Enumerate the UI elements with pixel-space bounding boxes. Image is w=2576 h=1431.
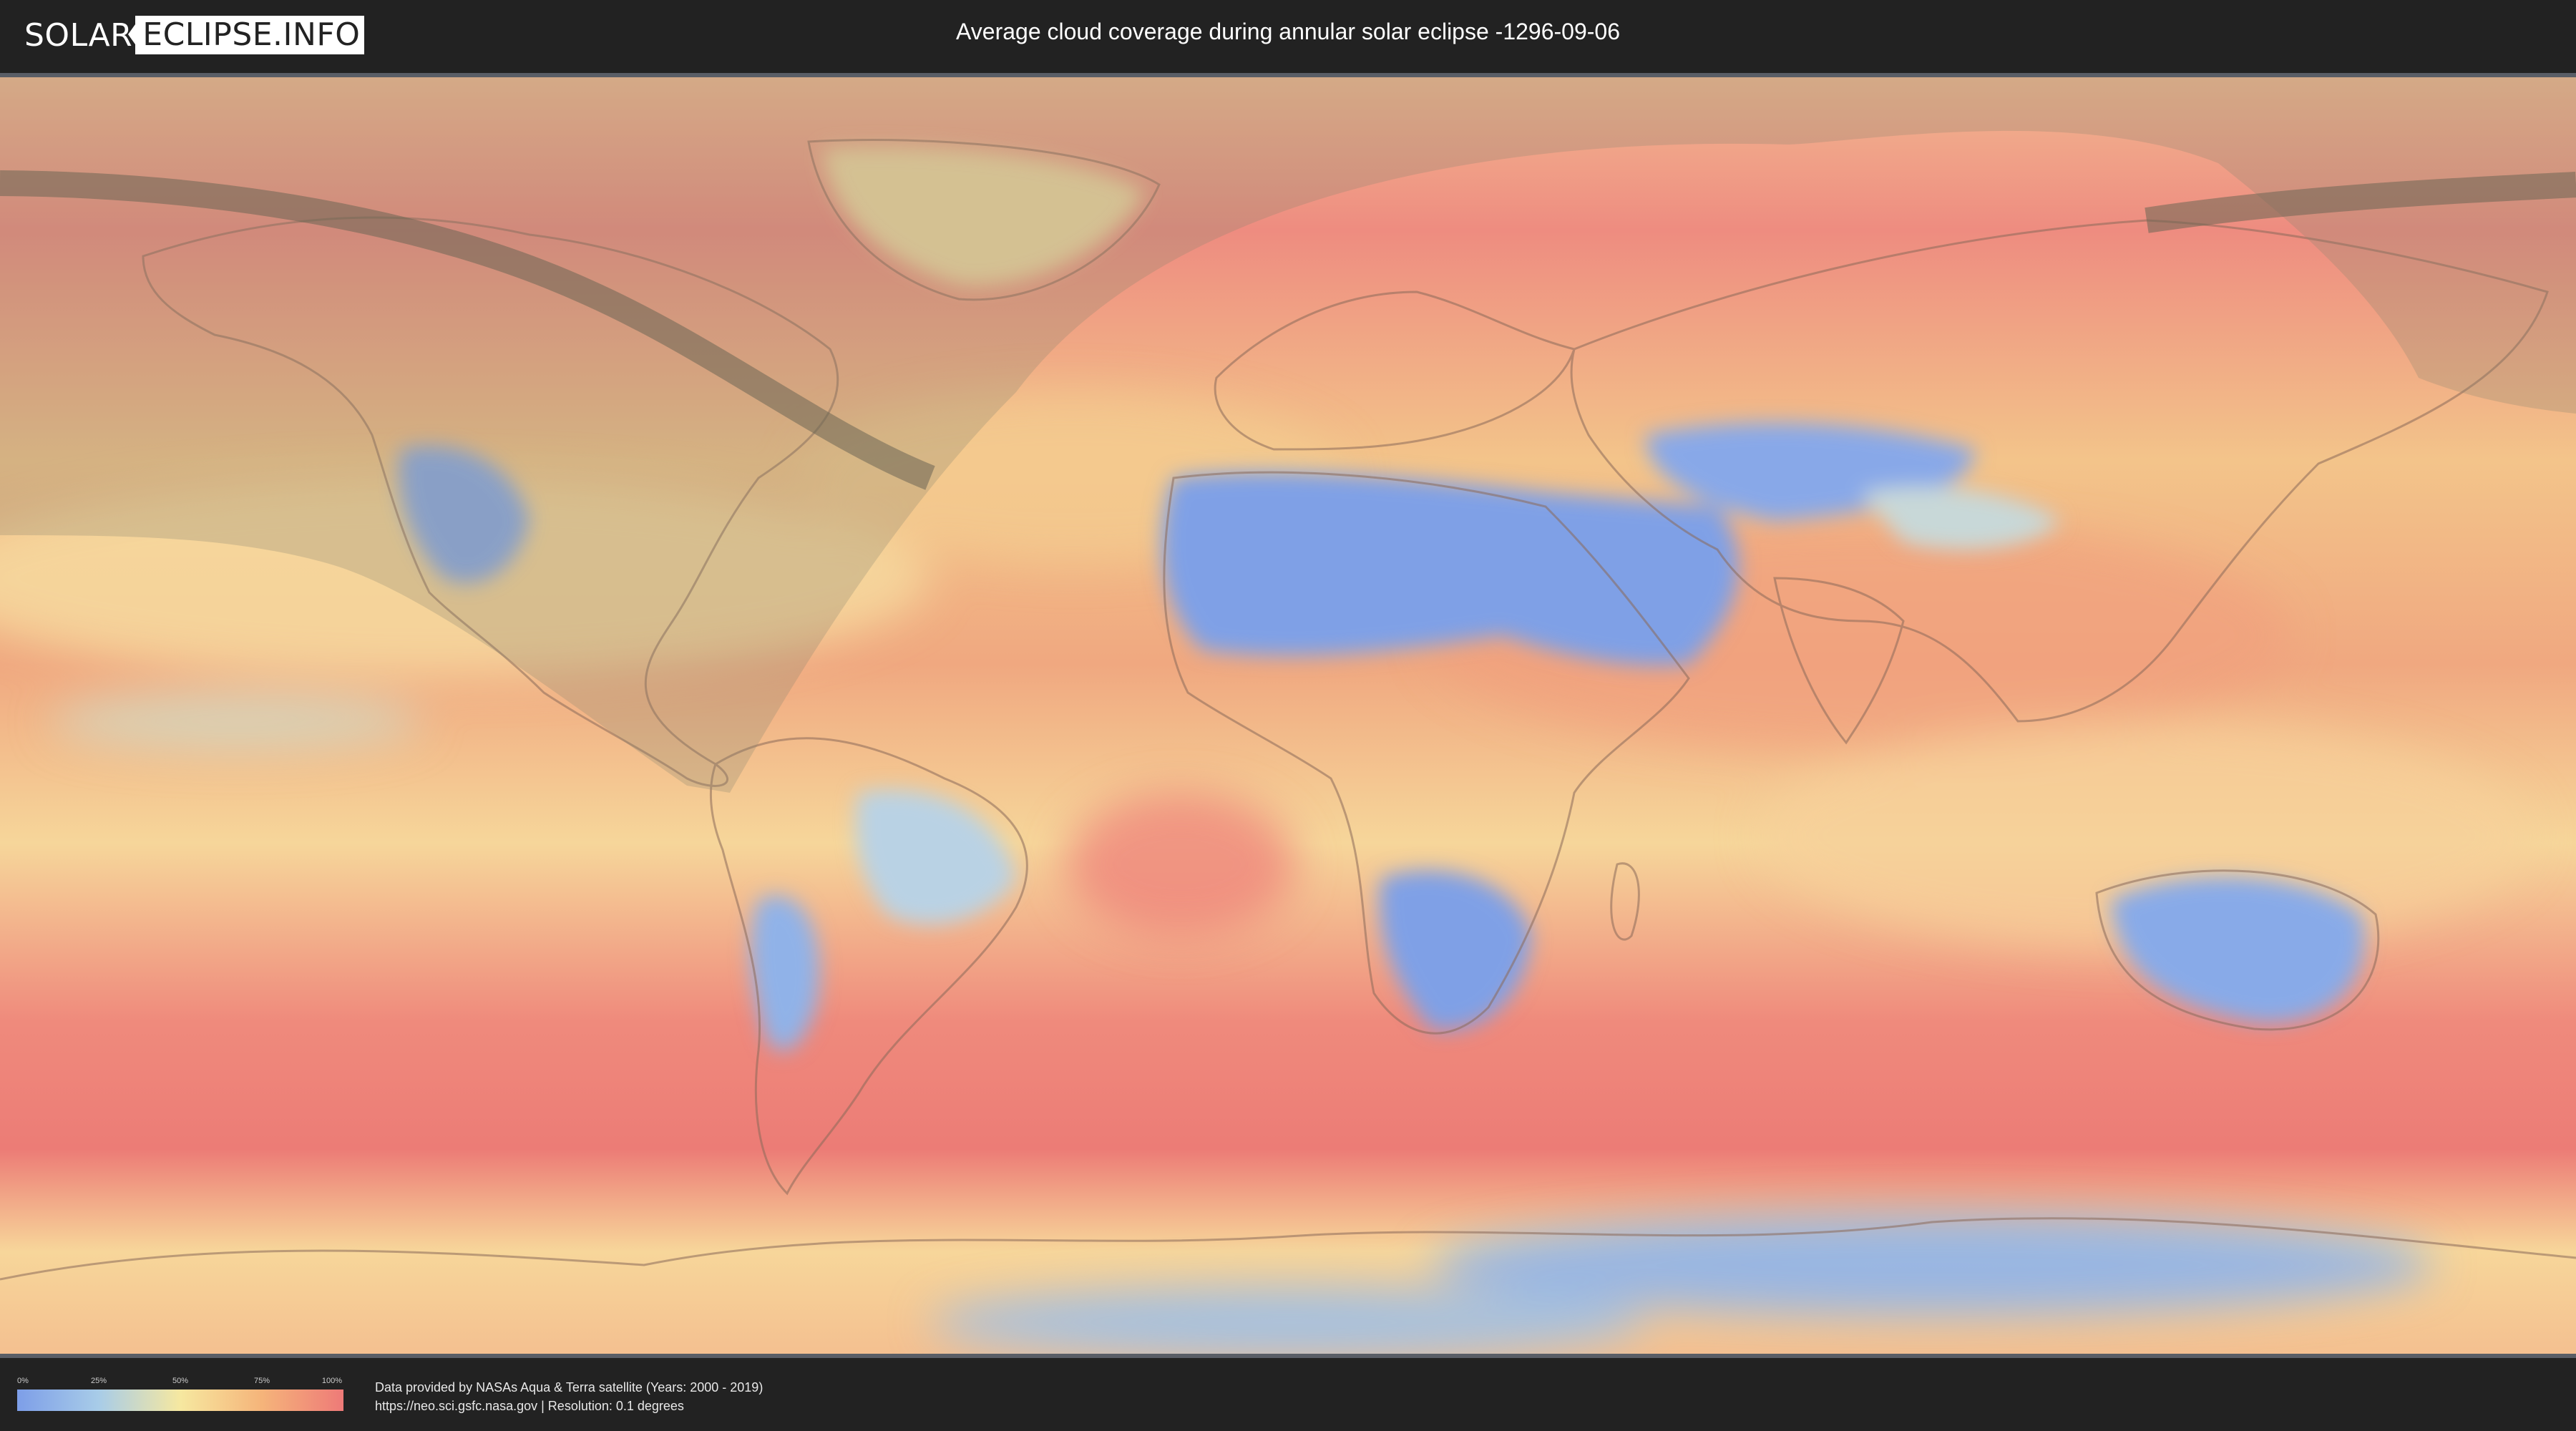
legend-tick: 75%: [253, 1377, 270, 1385]
credit-line-source: Data provided by NASAs Aqua & Terra sate…: [375, 1380, 763, 1395]
cloud-coverage-map[interactable]: [0, 73, 2576, 1358]
page: SOLAR ECLIPSE.INFO Average cloud coverag…: [0, 0, 2576, 1431]
legend-tick: 0%: [17, 1377, 29, 1385]
legend-tick: 50%: [172, 1377, 189, 1385]
header-bar: SOLAR ECLIPSE.INFO Average cloud coverag…: [0, 0, 2576, 73]
credit-line-url: https://neo.sci.gsfc.nasa.gov | Resoluti…: [375, 1399, 684, 1413]
data-credits: Data provided by NASAs Aqua & Terra sate…: [375, 1378, 763, 1415]
legend-ticks: 0% 25% 50% 75% 100%: [17, 1377, 343, 1388]
cloud-coverage-legend: 0% 25% 50% 75% 100%: [17, 1377, 343, 1411]
page-title: Average cloud coverage during annular so…: [956, 19, 1620, 44]
legend-tick: 100%: [321, 1377, 343, 1385]
legend-tick: 25%: [90, 1377, 107, 1385]
world-map-svg: [0, 77, 2576, 1354]
legend-color-bar: [17, 1390, 343, 1411]
